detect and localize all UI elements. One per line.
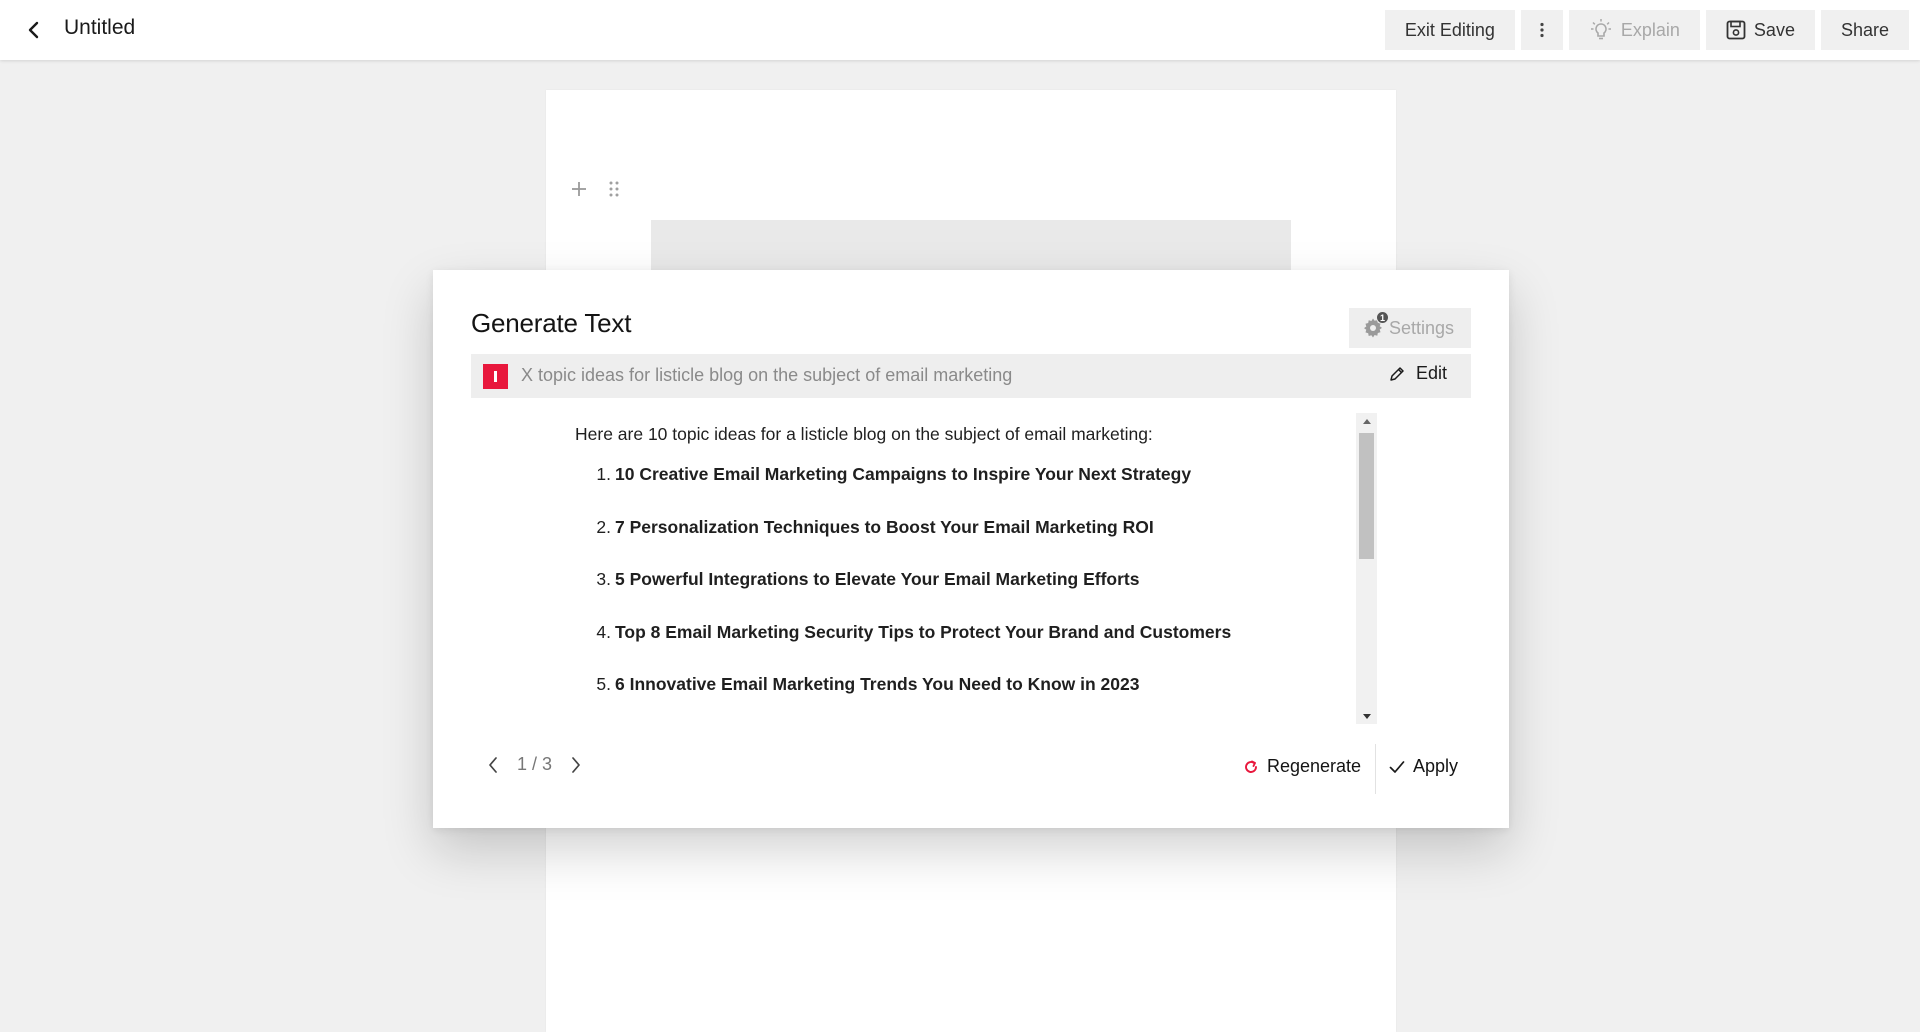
- edit-label: Edit: [1415, 363, 1447, 383]
- regenerate-label: Regenerate: [1267, 756, 1362, 776]
- loading-placeholder-block: [651, 220, 1291, 270]
- apply-button[interactable]: Apply: [1389, 756, 1458, 777]
- list-item-number: 5.: [596, 674, 611, 694]
- share-button[interactable]: Share: [1820, 10, 1909, 50]
- pager-indicator: 1 / 3: [517, 754, 553, 774]
- pencil-icon: [1390, 366, 1404, 381]
- scroll-thumb[interactable]: [1359, 433, 1374, 559]
- save-icon: [1726, 20, 1746, 40]
- result-intro: Here are 10 topic ideas for a listicle b…: [575, 424, 1153, 444]
- prompt-bar: X topic ideas for listicle blog on the s…: [471, 354, 1471, 398]
- document-title[interactable]: Untitled: [64, 16, 135, 40]
- save-button[interactable]: Save: [1705, 10, 1815, 50]
- list-item-number: 1.: [596, 464, 611, 484]
- chevron-left-icon: [489, 756, 497, 773]
- ai-prompt-icon: [483, 364, 508, 389]
- list-item: 2. 7 Personalization Techniques to Boost…: [575, 517, 1231, 570]
- list-item-number: 2.: [596, 516, 611, 537]
- explain-button[interactable]: Explain: [1568, 10, 1700, 50]
- share-label: Share: [1840, 19, 1889, 40]
- back-button[interactable]: [18, 14, 50, 46]
- save-label: Save: [1753, 19, 1795, 40]
- refresh-icon: [1245, 760, 1257, 773]
- apply-label: Apply: [1413, 756, 1459, 776]
- add-block-icon[interactable]: [570, 180, 588, 198]
- action-divider: [1375, 744, 1376, 794]
- toolbar-actions: Exit Editing Explain Save Share: [1384, 10, 1909, 50]
- result-list: 1. 10 Creative Email Marketing Campaigns…: [575, 464, 1231, 724]
- triangle-up-icon: [1362, 418, 1371, 424]
- list-item-text: 6 Innovative Email Marketing Trends You …: [615, 674, 1140, 694]
- list-item: 5. 6 Innovative Email Marketing Trends Y…: [575, 674, 1231, 724]
- list-item: 3. 5 Powerful Integrations to Elevate Yo…: [575, 569, 1231, 622]
- list-item: 4. Top 8 Email Marketing Security Tips t…: [575, 622, 1231, 675]
- chevron-right-icon: [572, 756, 580, 773]
- chevron-left-icon: [28, 21, 39, 39]
- list-item-text: 7 Personalization Techniques to Boost Yo…: [615, 516, 1154, 537]
- result-scrollbar[interactable]: [1356, 413, 1377, 724]
- settings-button[interactable]: 1 Settings: [1349, 308, 1471, 348]
- triangle-down-icon: [1362, 713, 1371, 719]
- settings-badge: 1: [1376, 311, 1389, 324]
- more-vertical-icon: [1540, 22, 1544, 38]
- result-pager: 1 / 3: [483, 754, 586, 775]
- drag-handle-icon[interactable]: [608, 180, 620, 198]
- top-bar: Untitled Exit Editing Explain Save Share: [0, 0, 1920, 60]
- lightbulb-icon: [1590, 19, 1611, 40]
- list-item-text: 5 Powerful Integrations to Elevate Your …: [615, 569, 1140, 589]
- prompt-text: X topic ideas for listicle blog on the s…: [521, 365, 1013, 385]
- list-item-number: 4.: [596, 621, 611, 642]
- list-item-text: Top 8 Email Marketing Security Tips to P…: [615, 621, 1232, 642]
- explain-label: Explain: [1620, 19, 1680, 40]
- list-item: 1. 10 Creative Email Marketing Campaigns…: [575, 464, 1231, 517]
- previous-result-button[interactable]: [483, 755, 503, 775]
- more-options-button[interactable]: [1520, 10, 1563, 50]
- edit-prompt-button[interactable]: Edit: [1388, 363, 1447, 384]
- list-item-number: 3.: [596, 569, 611, 589]
- next-result-button[interactable]: [566, 755, 586, 775]
- checkmark-icon: [1389, 760, 1405, 773]
- generated-result-area[interactable]: Here are 10 topic ideas for a listicle b…: [471, 412, 1377, 724]
- gear-icon-wrap: 1: [1361, 311, 1389, 340]
- regenerate-button[interactable]: Regenerate: [1243, 756, 1361, 777]
- list-item-text: 10 Creative Email Marketing Campaigns to…: [615, 464, 1192, 484]
- block-handles: [570, 180, 620, 198]
- scroll-up-arrow[interactable]: [1356, 413, 1377, 429]
- generate-text-panel: Generate Text 1 Settings X topic ideas f…: [433, 270, 1509, 828]
- scroll-down-arrow[interactable]: [1356, 708, 1377, 724]
- exit-editing-button[interactable]: Exit Editing: [1384, 10, 1515, 50]
- settings-label: Settings: [1389, 317, 1455, 338]
- panel-title: Generate Text: [471, 308, 632, 338]
- exit-editing-label: Exit Editing: [1404, 19, 1495, 40]
